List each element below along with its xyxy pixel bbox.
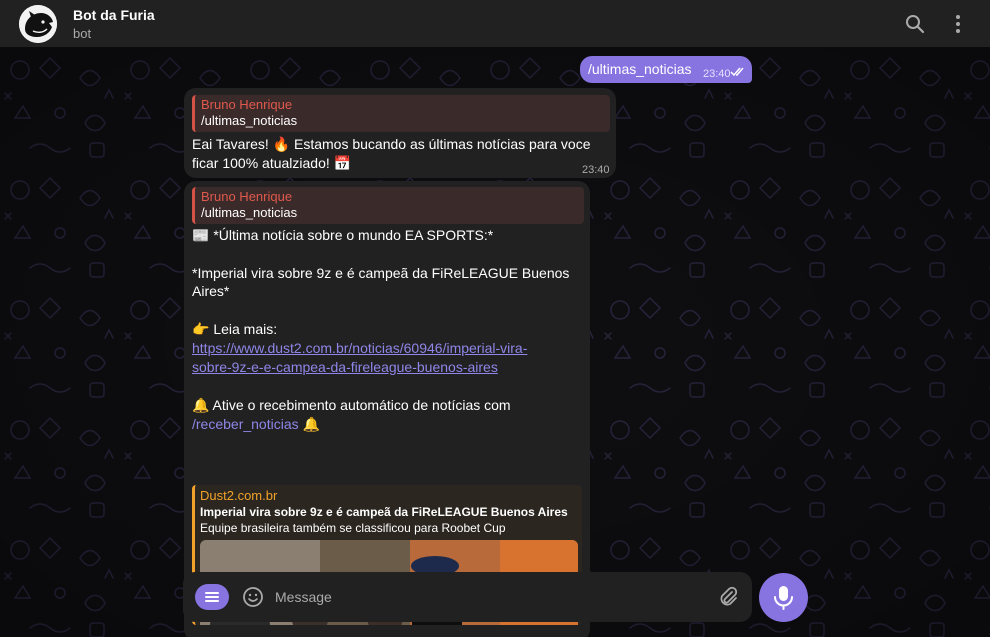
reply-author: Bruno Henrique <box>201 189 293 204</box>
chat-title: Bot da Furia <box>73 7 155 23</box>
incoming-message[interactable]: Bruno Henrique /ultimas_noticias Eai Tav… <box>184 88 616 178</box>
chat-area[interactable]: /ultimas_noticias 23:40 Bruno Henrique /… <box>0 48 990 637</box>
reply-quote[interactable]: Bruno Henrique /ultimas_noticias <box>192 95 610 132</box>
message-line: Eai Tavares! 🔥 Estamos bucando as última… <box>192 136 591 152</box>
news-heading: 📰 *Última notícia sobre o mundo EA SPORT… <box>192 227 494 243</box>
chat-subtitle: bot <box>73 26 92 41</box>
preview-site: Dust2.com.br <box>200 488 278 503</box>
message-text: /ultimas_noticias <box>588 61 692 77</box>
avatar[interactable] <box>19 5 57 43</box>
smile-icon[interactable] <box>241 585 265 609</box>
preview-title: Imperial vira sobre 9z e é campeã da FiR… <box>200 505 568 519</box>
incoming-message[interactable]: Bruno Henrique /ultimas_noticias 📰 *Últi… <box>184 181 590 637</box>
reply-quote[interactable]: Bruno Henrique /ultimas_noticias <box>192 187 584 224</box>
auto-news-text: 🔔 Ative o recebimento automático de notí… <box>192 397 511 413</box>
double-check-icon <box>730 64 746 83</box>
preview-description: Equipe brasileira também se classificou … <box>200 521 506 535</box>
reply-author: Bruno Henrique <box>201 97 293 112</box>
menu-icon <box>205 592 219 602</box>
chat-header: Bot da Furia bot <box>0 0 990 48</box>
microphone-icon <box>774 586 793 610</box>
message-time: 23:40 <box>582 164 610 176</box>
paperclip-icon[interactable] <box>716 585 740 609</box>
chat-title-area[interactable]: Bot da Furia bot <box>73 7 155 42</box>
outgoing-message[interactable]: /ultimas_noticias 23:40 <box>580 56 752 83</box>
message-input[interactable] <box>275 584 705 610</box>
news-link[interactable]: https://www.dust2.com.br/noticias/60946/… <box>192 339 527 358</box>
reply-text: /ultimas_noticias <box>201 113 298 128</box>
search-icon[interactable] <box>903 12 927 36</box>
message-time: 23:40 <box>703 68 731 80</box>
message-line: ficar 100% atualziado! 📅 <box>192 155 352 171</box>
command-link[interactable]: /receber_noticias <box>192 416 299 432</box>
more-vertical-icon[interactable] <box>946 12 970 36</box>
news-title-line: Aires* <box>192 283 230 299</box>
read-more-label: 👉 Leia mais: <box>192 321 278 337</box>
reply-text: /ultimas_noticias <box>201 205 298 220</box>
news-link[interactable]: sobre-9z-e-e-campea-da-fireleague-buenos… <box>192 358 498 377</box>
news-title-line: *Imperial vira sobre 9z e é campeã da Fi… <box>192 265 570 281</box>
bell-emoji: 🔔 <box>302 416 320 432</box>
record-voice-button[interactable] <box>759 573 808 622</box>
menu-button[interactable] <box>195 584 229 610</box>
message-composer <box>183 572 752 622</box>
panther-logo-icon <box>19 5 57 43</box>
